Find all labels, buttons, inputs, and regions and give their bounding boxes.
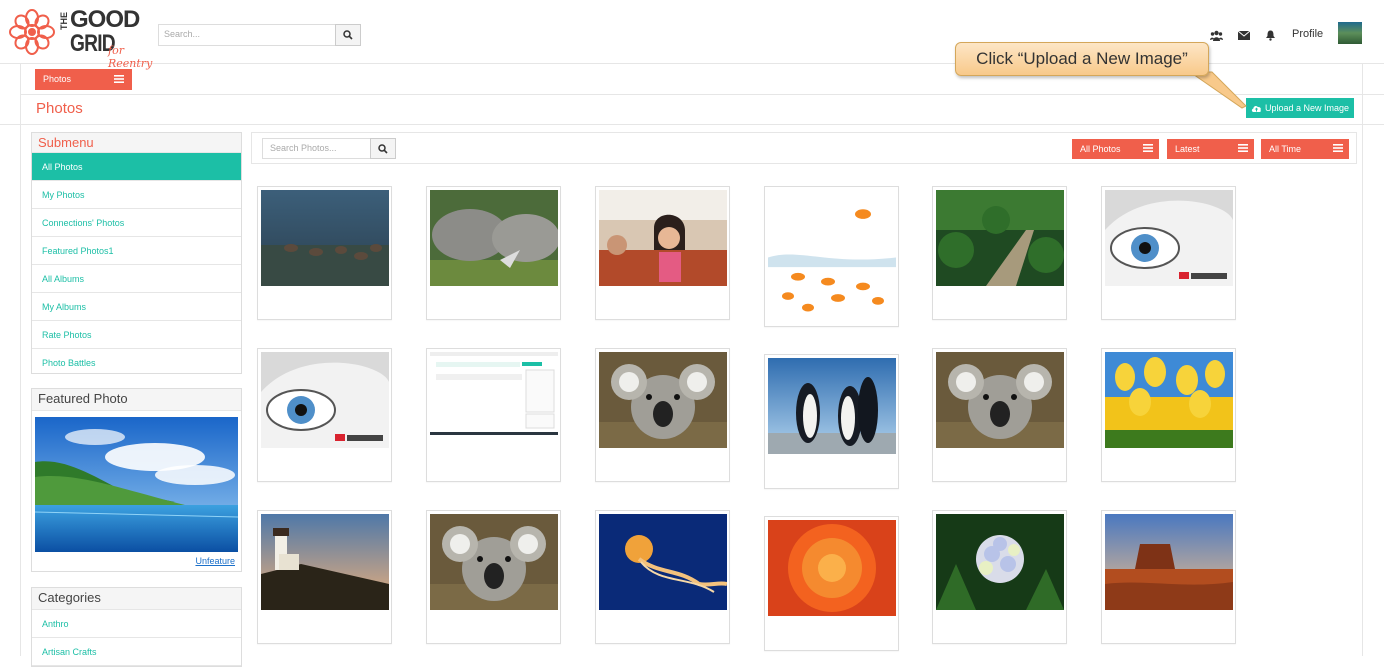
photo-thumbnail-children[interactable] [599, 190, 727, 286]
cloud-upload-icon [1251, 105, 1261, 112]
submenu-panel: Submenu All Photos My Photos Connections… [31, 132, 242, 374]
upload-image-button[interactable]: Upload a New Image [1246, 98, 1354, 118]
filter-dropdown-time-label: All Time [1269, 144, 1302, 154]
photo-search-button[interactable] [370, 138, 396, 159]
photo-card[interactable] [595, 348, 730, 482]
filter-dropdown-scope[interactable]: All Photos [1072, 139, 1159, 159]
category-item-anthro[interactable]: Anthro [32, 610, 241, 638]
photo-card[interactable] [764, 186, 899, 327]
content-border-right [1362, 64, 1363, 656]
featured-photo-image[interactable] [35, 417, 238, 552]
filter-dropdown-time[interactable]: All Time [1261, 139, 1349, 159]
photo-card[interactable] [932, 186, 1067, 320]
photo-thumbnail-elk-herd[interactable] [261, 190, 389, 286]
featured-photo-title: Featured Photo [32, 389, 241, 411]
instruction-callout: Click “Upload a New Image” [955, 42, 1209, 76]
filter-dropdown-sort-label: Latest [1175, 144, 1200, 154]
divider [0, 124, 1384, 125]
photo-card[interactable] [426, 510, 561, 644]
avatar[interactable] [1338, 22, 1362, 44]
callout-text: Click “Upload a New Image” [976, 49, 1188, 68]
photo-card[interactable] [1101, 510, 1236, 644]
photo-card[interactable] [257, 510, 392, 644]
submenu-item-all-photos[interactable]: All Photos [32, 153, 241, 181]
photo-card[interactable] [932, 348, 1067, 482]
hamburger-icon [1143, 144, 1153, 152]
photo-card[interactable] [595, 510, 730, 644]
photo-thumbnail-tulips[interactable] [1105, 352, 1233, 448]
photo-thumbnail-koala[interactable] [430, 514, 558, 610]
content-border-left [20, 64, 21, 656]
photo-card[interactable] [1101, 348, 1236, 482]
photo-thumbnail-penguins[interactable] [768, 358, 896, 454]
photos-menu-tab-label: Photos [43, 74, 72, 84]
hamburger-icon [1333, 144, 1343, 152]
photo-card[interactable] [257, 348, 392, 482]
profile-link[interactable]: Profile [1292, 28, 1323, 40]
search-icon [343, 30, 353, 40]
submenu-item-my-albums[interactable]: My Albums [32, 293, 241, 321]
page-title: Photos [36, 100, 83, 117]
submenu-item-my-photos[interactable]: My Photos [32, 181, 241, 209]
photo-card[interactable] [764, 516, 899, 651]
photo-thumbnail-desert[interactable] [1105, 514, 1233, 610]
photo-card[interactable] [595, 186, 730, 320]
logo-the-text: THE [59, 12, 69, 30]
categories-title: Categories [32, 588, 241, 610]
submenu-item-all-albums[interactable]: All Albums [32, 265, 241, 293]
unfeature-link[interactable]: Unfeature [195, 556, 235, 566]
bell-icon[interactable] [1263, 28, 1277, 42]
category-item-artisan-crafts[interactable]: Artisan Crafts [32, 638, 241, 666]
filter-dropdown-scope-label: All Photos [1080, 144, 1121, 154]
submenu-title: Submenu [32, 133, 241, 153]
photo-thumbnail-eye-radeon[interactable] [261, 352, 389, 448]
photo-thumbnail-koala[interactable] [599, 352, 727, 448]
photo-search-input[interactable]: Search Photos... [262, 138, 371, 159]
global-search-button[interactable] [335, 24, 361, 46]
logo-tagline: for Reentry [108, 44, 153, 70]
envelope-icon[interactable] [1237, 28, 1251, 42]
photo-thumbnail-screenshot[interactable] [430, 352, 558, 448]
callout-arrow [1188, 71, 1247, 109]
submenu-item-photo-battles[interactable]: Photo Battles [32, 349, 241, 377]
photo-thumbnail-rhinos[interactable] [430, 190, 558, 286]
photo-thumbnail-koala[interactable] [936, 352, 1064, 448]
filter-dropdown-sort[interactable]: Latest [1167, 139, 1254, 159]
photo-card[interactable] [932, 510, 1067, 644]
global-search-input[interactable]: Search... [158, 24, 336, 46]
logo-good-text: GOOD [70, 6, 140, 33]
photo-card[interactable] [426, 348, 561, 482]
photo-thumbnail-eye-radeon[interactable] [1105, 190, 1233, 286]
photo-card[interactable] [257, 186, 392, 320]
flower-logo-icon [9, 9, 55, 55]
hamburger-icon [1238, 144, 1248, 152]
site-logo[interactable]: THE GOOD GRID for Reentry [8, 6, 158, 70]
photo-card[interactable] [1101, 186, 1236, 320]
hamburger-icon [114, 75, 124, 83]
users-icon[interactable] [1209, 28, 1223, 42]
photo-thumbnail-jellyfish[interactable] [599, 514, 727, 610]
featured-photo-panel: Featured Photo Unfeature [31, 388, 242, 572]
upload-image-label: Upload a New Image [1264, 103, 1350, 113]
photos-menu-tab[interactable]: Photos [35, 69, 132, 90]
photo-card[interactable] [426, 186, 561, 320]
search-icon [378, 143, 388, 154]
submenu-item-featured-photos[interactable]: Featured Photos1 [32, 237, 241, 265]
submenu-item-rate-photos[interactable]: Rate Photos [32, 321, 241, 349]
photo-thumbnail-goldfish[interactable] [768, 190, 896, 325]
photo-card[interactable] [764, 354, 899, 489]
photo-thumbnail-hydrangea[interactable] [936, 514, 1064, 610]
categories-panel: Categories Anthro Artisan Crafts [31, 587, 242, 667]
photo-thumbnail-chrysanthemum[interactable] [768, 520, 896, 616]
submenu-item-connections-photos[interactable]: Connections' Photos [32, 209, 241, 237]
photo-thumbnail-lighthouse[interactable] [261, 514, 389, 610]
photo-thumbnail-forest-path[interactable] [936, 190, 1064, 286]
